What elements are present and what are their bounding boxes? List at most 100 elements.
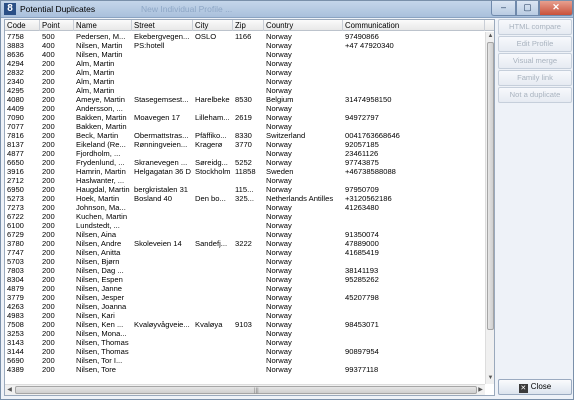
- table-row[interactable]: 7508 200 Nilsen, Ken ... Kvaløyvågveie... Kv…: [5, 320, 485, 329]
- table-row[interactable]: 7747 200 Nilsen, Anitta Norway 41685419: [5, 248, 485, 257]
- cell-communication: 31474958150: [345, 95, 392, 104]
- table-row[interactable]: 7816 200 Beck, Martin Obermattstras... Pfäff…: [5, 131, 485, 140]
- cell-name: Hamrin, Martin: [76, 167, 126, 176]
- cell-country: Norway: [266, 230, 292, 239]
- table-row[interactable]: 5703 200 Nilsen, Bjørn Norway: [5, 257, 485, 266]
- column-header-communication[interactable]: Communication: [343, 20, 485, 31]
- cell-country: Norway: [266, 356, 292, 365]
- table-row[interactable]: 3779 200 Nilsen, Jesper Norway 45207798: [5, 293, 485, 302]
- table-row[interactable]: 4409 200 Andersson, ... Norway: [5, 104, 485, 113]
- cell-name: Eikeland (Re...: [76, 140, 126, 149]
- cell-country: Norway: [266, 176, 292, 185]
- window-close-button[interactable]: ✕: [539, 1, 573, 16]
- cell-country: Norway: [266, 302, 292, 311]
- title-bar[interactable]: 8 Potential Duplicates New Individual Pr…: [1, 1, 573, 18]
- horizontal-scrollbar[interactable]: ◀ ||| ▶: [5, 384, 485, 395]
- cell-street: Ekebergvegen...: [134, 32, 190, 41]
- html-compare-button[interactable]: HTML compare: [498, 19, 572, 35]
- cell-country: Norway: [266, 50, 292, 59]
- horizontal-scroll-thumb[interactable]: |||: [15, 386, 477, 394]
- table-row[interactable]: 6722 200 Kuchen, Martin Norway: [5, 212, 485, 221]
- cell-zip: [233, 329, 264, 338]
- table-row[interactable]: 4983 200 Nilsen, Kari Norway: [5, 311, 485, 320]
- table-row[interactable]: 7758 500 Pedersen, M... Ekebergvegen... OSLO…: [5, 32, 485, 41]
- table-row[interactable]: 7803 200 Nilsen, Dag ... Norway 38141193: [5, 266, 485, 275]
- cell-communication: [343, 338, 485, 347]
- scroll-right-icon[interactable]: ▶: [476, 386, 485, 395]
- cell-country: Norway: [266, 275, 292, 284]
- minimize-button[interactable]: –: [491, 1, 516, 16]
- column-header-zip[interactable]: Zip: [233, 20, 264, 31]
- edit-profile-button[interactable]: Edit Profile: [498, 36, 572, 52]
- table-row[interactable]: 5273 200 Hoek, Martin Bosland 40 Den bo... 32…: [5, 194, 485, 203]
- cell-street: [132, 248, 193, 257]
- vertical-scrollbar[interactable]: ▲ ▼: [485, 32, 494, 384]
- cell-city: Lilleham...: [195, 113, 230, 122]
- column-header-country[interactable]: Country: [264, 20, 343, 31]
- cell-city: [193, 50, 233, 59]
- table-row[interactable]: 3780 200 Nilsen, Andre Skoleveien 14 Sandefj…: [5, 239, 485, 248]
- table-row[interactable]: 8304 200 Nilsen, Espen Norway 95285262: [5, 275, 485, 284]
- cell-point: 200: [42, 338, 55, 347]
- scroll-left-icon[interactable]: ◀: [5, 386, 14, 395]
- table-row[interactable]: 3144 200 Nilsen, Thomas Norway 90897954: [5, 347, 485, 356]
- cell-code: 7803: [7, 266, 24, 275]
- table-row[interactable]: 3143 200 Nilsen, Thomas Norway: [5, 338, 485, 347]
- column-header-city[interactable]: City: [193, 20, 233, 31]
- table-row[interactable]: 7273 200 Johnson, Ma... Norway 41263480: [5, 203, 485, 212]
- cell-communication: [343, 176, 485, 185]
- table-row[interactable]: 7090 200 Bakken, Martin Moavegen 17 Lilleham…: [5, 113, 485, 122]
- column-header-code[interactable]: Code: [5, 20, 40, 31]
- table-row[interactable]: 4879 200 Nilsen, Janne Norway: [5, 284, 485, 293]
- column-header-name[interactable]: Name: [74, 20, 132, 31]
- scroll-down-icon[interactable]: ▼: [486, 374, 494, 383]
- cell-code: 8636: [7, 50, 24, 59]
- visual-merge-button[interactable]: Visual merge: [498, 53, 572, 69]
- cell-country: Norway: [266, 329, 292, 338]
- table-row[interactable]: 2832 200 Alm, Martin Norway: [5, 68, 485, 77]
- table-row[interactable]: 8636 400 Nilsen, Martin Norway: [5, 50, 485, 59]
- cell-country: Norway: [266, 212, 292, 221]
- table-row[interactable]: 4877 200 Fjordholm, ... Norway 23461126: [5, 149, 485, 158]
- table-row[interactable]: 5690 200 Nilsen, Tor I... Norway: [5, 356, 485, 365]
- cell-city: [193, 347, 233, 356]
- grid-rows: 7758 500 Pedersen, M... Ekebergvegen... OSLO…: [5, 32, 485, 384]
- cell-name: Bakken, Martin: [76, 122, 127, 131]
- close-button[interactable]: ✕ Close: [498, 379, 572, 395]
- not-duplicate-button[interactable]: Not a duplicate: [498, 87, 572, 103]
- cell-street: [132, 203, 193, 212]
- vertical-scroll-thumb[interactable]: [487, 42, 494, 330]
- table-row[interactable]: 6100 200 Lundstedt, ... Norway: [5, 221, 485, 230]
- table-row[interactable]: 3883 400 Nilsen, Martin PS:hotell Norway +47 …: [5, 41, 485, 50]
- table-row[interactable]: 8137 200 Eikeland (Re... Rønningveien... Kra…: [5, 140, 485, 149]
- table-row[interactable]: 3253 200 Nilsen, Mona... Norway: [5, 329, 485, 338]
- table-row[interactable]: 2340 200 Alm, Martin Norway: [5, 77, 485, 86]
- table-row[interactable]: 7077 200 Bakken, Martin Norway: [5, 122, 485, 131]
- cell-country: Switzerland: [266, 131, 306, 140]
- cell-communication: 99377118: [345, 365, 379, 374]
- table-row[interactable]: 2712 200 Haslwanter, ... Norway: [5, 176, 485, 185]
- cell-point: 200: [42, 113, 55, 122]
- cell-zip: [233, 311, 264, 320]
- table-row[interactable]: 6650 200 Fryden​lund, ... Skranevegen ... Sø…: [5, 158, 485, 167]
- maximize-button[interactable]: ▢: [516, 1, 539, 16]
- cell-name: Nilsen, Kari: [76, 311, 115, 320]
- cell-street: [132, 59, 193, 68]
- column-header-point[interactable]: Point: [40, 20, 74, 31]
- column-header-street[interactable]: Street: [132, 20, 193, 31]
- table-row[interactable]: 4294 200 Alm, Martin Norway: [5, 59, 485, 68]
- cell-point: 200: [42, 131, 55, 140]
- table-row[interactable]: 4263 200 Nilsen, Joanna Norway: [5, 302, 485, 311]
- table-row[interactable]: 4080 200 Ameye, Martin Stasegemsest... Harel…: [5, 95, 485, 104]
- scroll-up-icon[interactable]: ▲: [486, 32, 494, 41]
- cell-country: Norway: [266, 293, 292, 302]
- family-link-button[interactable]: Family link: [498, 70, 572, 86]
- table-row[interactable]: 4389 200 Nilsen, Tore Norway 99377118: [5, 365, 485, 374]
- table-row[interactable]: 3916 200 Hamrin, Martin Helgagatan 36 D Stoc…: [5, 167, 485, 176]
- table-row[interactable]: 6950 200 Haugdal, Martin bergkristalen 31 11…: [5, 185, 485, 194]
- cell-zip: [233, 50, 264, 59]
- table-row[interactable]: 6729 200 Nilsen, Aina Norway 91350074: [5, 230, 485, 239]
- cell-code: 3253: [7, 329, 24, 338]
- table-row[interactable]: 4295 200 Alm, Martin Norway: [5, 86, 485, 95]
- cell-city: [193, 149, 233, 158]
